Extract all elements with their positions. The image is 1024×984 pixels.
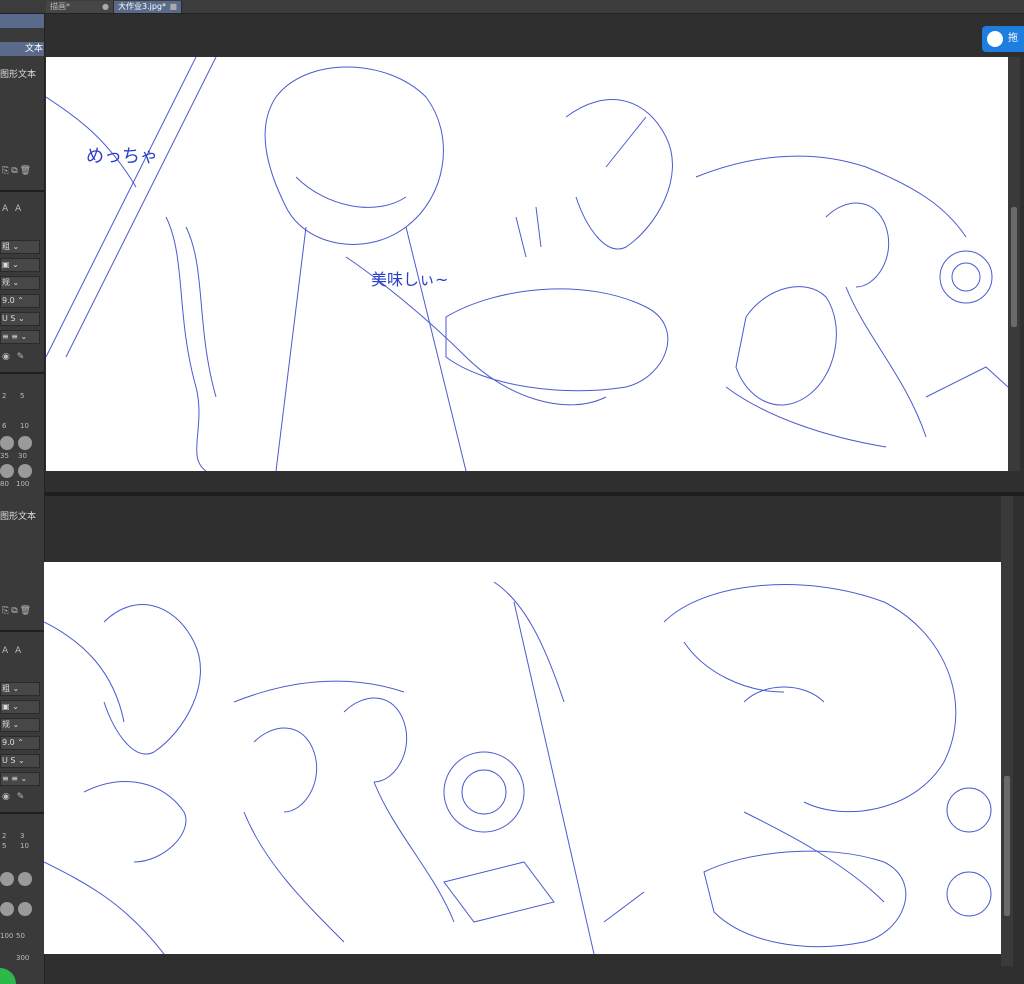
font-size-field[interactable]: 9.0 ⌃ [0, 736, 40, 750]
tab-label: 大作业3.jpg* [118, 2, 167, 11]
dropdown-value: 粗 [2, 684, 10, 693]
text-style-icons[interactable]: A A [2, 204, 23, 214]
panel-footer-icons[interactable]: ⎘⧉🗑 [2, 166, 33, 176]
panel-divider [0, 190, 44, 192]
dropdown-value: 粗 [2, 242, 10, 251]
subtool-label: 图形文本 [0, 70, 37, 80]
brush-size-label: 10 [20, 842, 29, 850]
brush-size-label: 300 [16, 954, 30, 962]
lineart-drawing: めっちゃ 美味しぃ~ [46, 57, 1008, 471]
font-color-dropdown[interactable]: ▣ ⌄ [0, 700, 40, 714]
brush-size-label: 2 [2, 392, 7, 400]
brush-size-label: 50 [16, 932, 25, 940]
brush-size-preset[interactable] [18, 872, 32, 886]
font-style-dropdown[interactable]: 规 ⌄ [0, 718, 40, 732]
tab-active-document[interactable]: 大作业3.jpg* ■ [114, 1, 182, 13]
sfx-text-oishii: 美味しぃ~ [371, 270, 448, 289]
subtool-item-shape-text[interactable]: 图形文本 [0, 68, 44, 82]
size-value: 9.0 [2, 296, 15, 305]
brush-size-preset[interactable] [0, 464, 14, 478]
brush-size-label: 5 [20, 392, 25, 400]
panel-footer-icons[interactable]: ⎘⧉🗑 [2, 606, 33, 616]
close-icon[interactable]: ● [102, 1, 109, 13]
size-value: 9.0 [2, 738, 15, 747]
tool-property-footer-icons[interactable]: ◉ ✎ [2, 352, 26, 362]
tab-label: 描画* [50, 2, 70, 11]
panel-divider [0, 372, 44, 374]
dropdown-value: 规 [2, 278, 10, 287]
brush-size-label: 35 [0, 452, 9, 460]
sfx-text-meccha: めっちゃ [86, 146, 158, 167]
scrollbar-thumb[interactable] [1004, 776, 1010, 916]
underline-strike-row[interactable]: U S ⌄ [0, 312, 40, 326]
brush-size-preset[interactable] [0, 902, 14, 916]
subtool-item-text[interactable]: 文本 [0, 42, 44, 56]
panel-divider [0, 630, 44, 632]
underline-strike-row[interactable]: U S ⌄ [0, 754, 40, 768]
tab-drawing[interactable]: 描画* ● [46, 1, 114, 13]
font-weight-dropdown[interactable]: 粗 ⌄ [0, 240, 40, 254]
brush-size-label: 10 [20, 422, 29, 430]
scrollbar-thumb[interactable] [1011, 207, 1017, 327]
tool-property-footer-icons[interactable]: ◉ ✎ [2, 792, 26, 802]
panel-divider [0, 812, 44, 814]
font-weight-dropdown[interactable]: 粗 ⌄ [0, 682, 40, 696]
brush-size-preset[interactable] [18, 902, 32, 916]
brush-size-label: 6 [2, 422, 7, 430]
document-tab-bar: 描画* ● 大作业3.jpg* ■ [0, 0, 1024, 14]
font-size-field[interactable]: 9.0 ⌃ [0, 294, 40, 308]
cloud-icon [987, 31, 1003, 47]
text-style-icons[interactable]: A A [2, 646, 23, 656]
brush-size-preset[interactable] [0, 436, 14, 450]
dropdown-value: 规 [2, 720, 10, 729]
split-view-divider[interactable] [45, 492, 1024, 496]
cloud-button-label: 拖 [1008, 33, 1018, 44]
brush-size-preset[interactable] [18, 436, 32, 450]
close-icon[interactable]: ■ [169, 1, 177, 13]
brush-size-label: 2 [2, 832, 7, 840]
left-tool-panel: 文本 图形文本 ⎘⧉🗑 A A 粗 ⌄ ▣ ⌄ 规 ⌄ 9.0 ⌃ U S ⌄ … [0, 14, 45, 984]
brush-size-preset[interactable] [18, 464, 32, 478]
vertical-scrollbar-bottom[interactable] [1001, 496, 1013, 966]
canvas-top-view[interactable]: めっちゃ 美味しぃ~ [46, 57, 1008, 471]
panel-header-selected[interactable] [0, 14, 44, 28]
vertical-scrollbar-top[interactable] [1008, 57, 1020, 471]
subtool-label: 图形文本 [0, 512, 37, 522]
align-row[interactable]: ≡ ≡ ⌄ [0, 772, 40, 786]
cloud-upload-button[interactable]: 拖 [982, 26, 1024, 52]
brush-size-label: 80 [0, 480, 9, 488]
subtool-label: 文本 [24, 44, 43, 54]
align-row[interactable]: ≡ ≡ ⌄ [0, 330, 40, 344]
brush-size-label: 100 [0, 932, 14, 940]
brush-size-preset[interactable] [0, 872, 14, 886]
brush-size-label: 30 [18, 452, 27, 460]
font-style-dropdown[interactable]: 规 ⌄ [0, 276, 40, 290]
canvas-bottom-view[interactable] [44, 562, 1001, 954]
brush-size-label: 100 [16, 480, 30, 488]
lineart-drawing [44, 581, 992, 954]
brush-size-label: 5 [2, 842, 7, 850]
subtool-item-shape-text-2[interactable]: 图形文本 [0, 510, 44, 524]
brush-size-label: 3 [20, 832, 25, 840]
font-color-dropdown[interactable]: ▣ ⌄ [0, 258, 40, 272]
